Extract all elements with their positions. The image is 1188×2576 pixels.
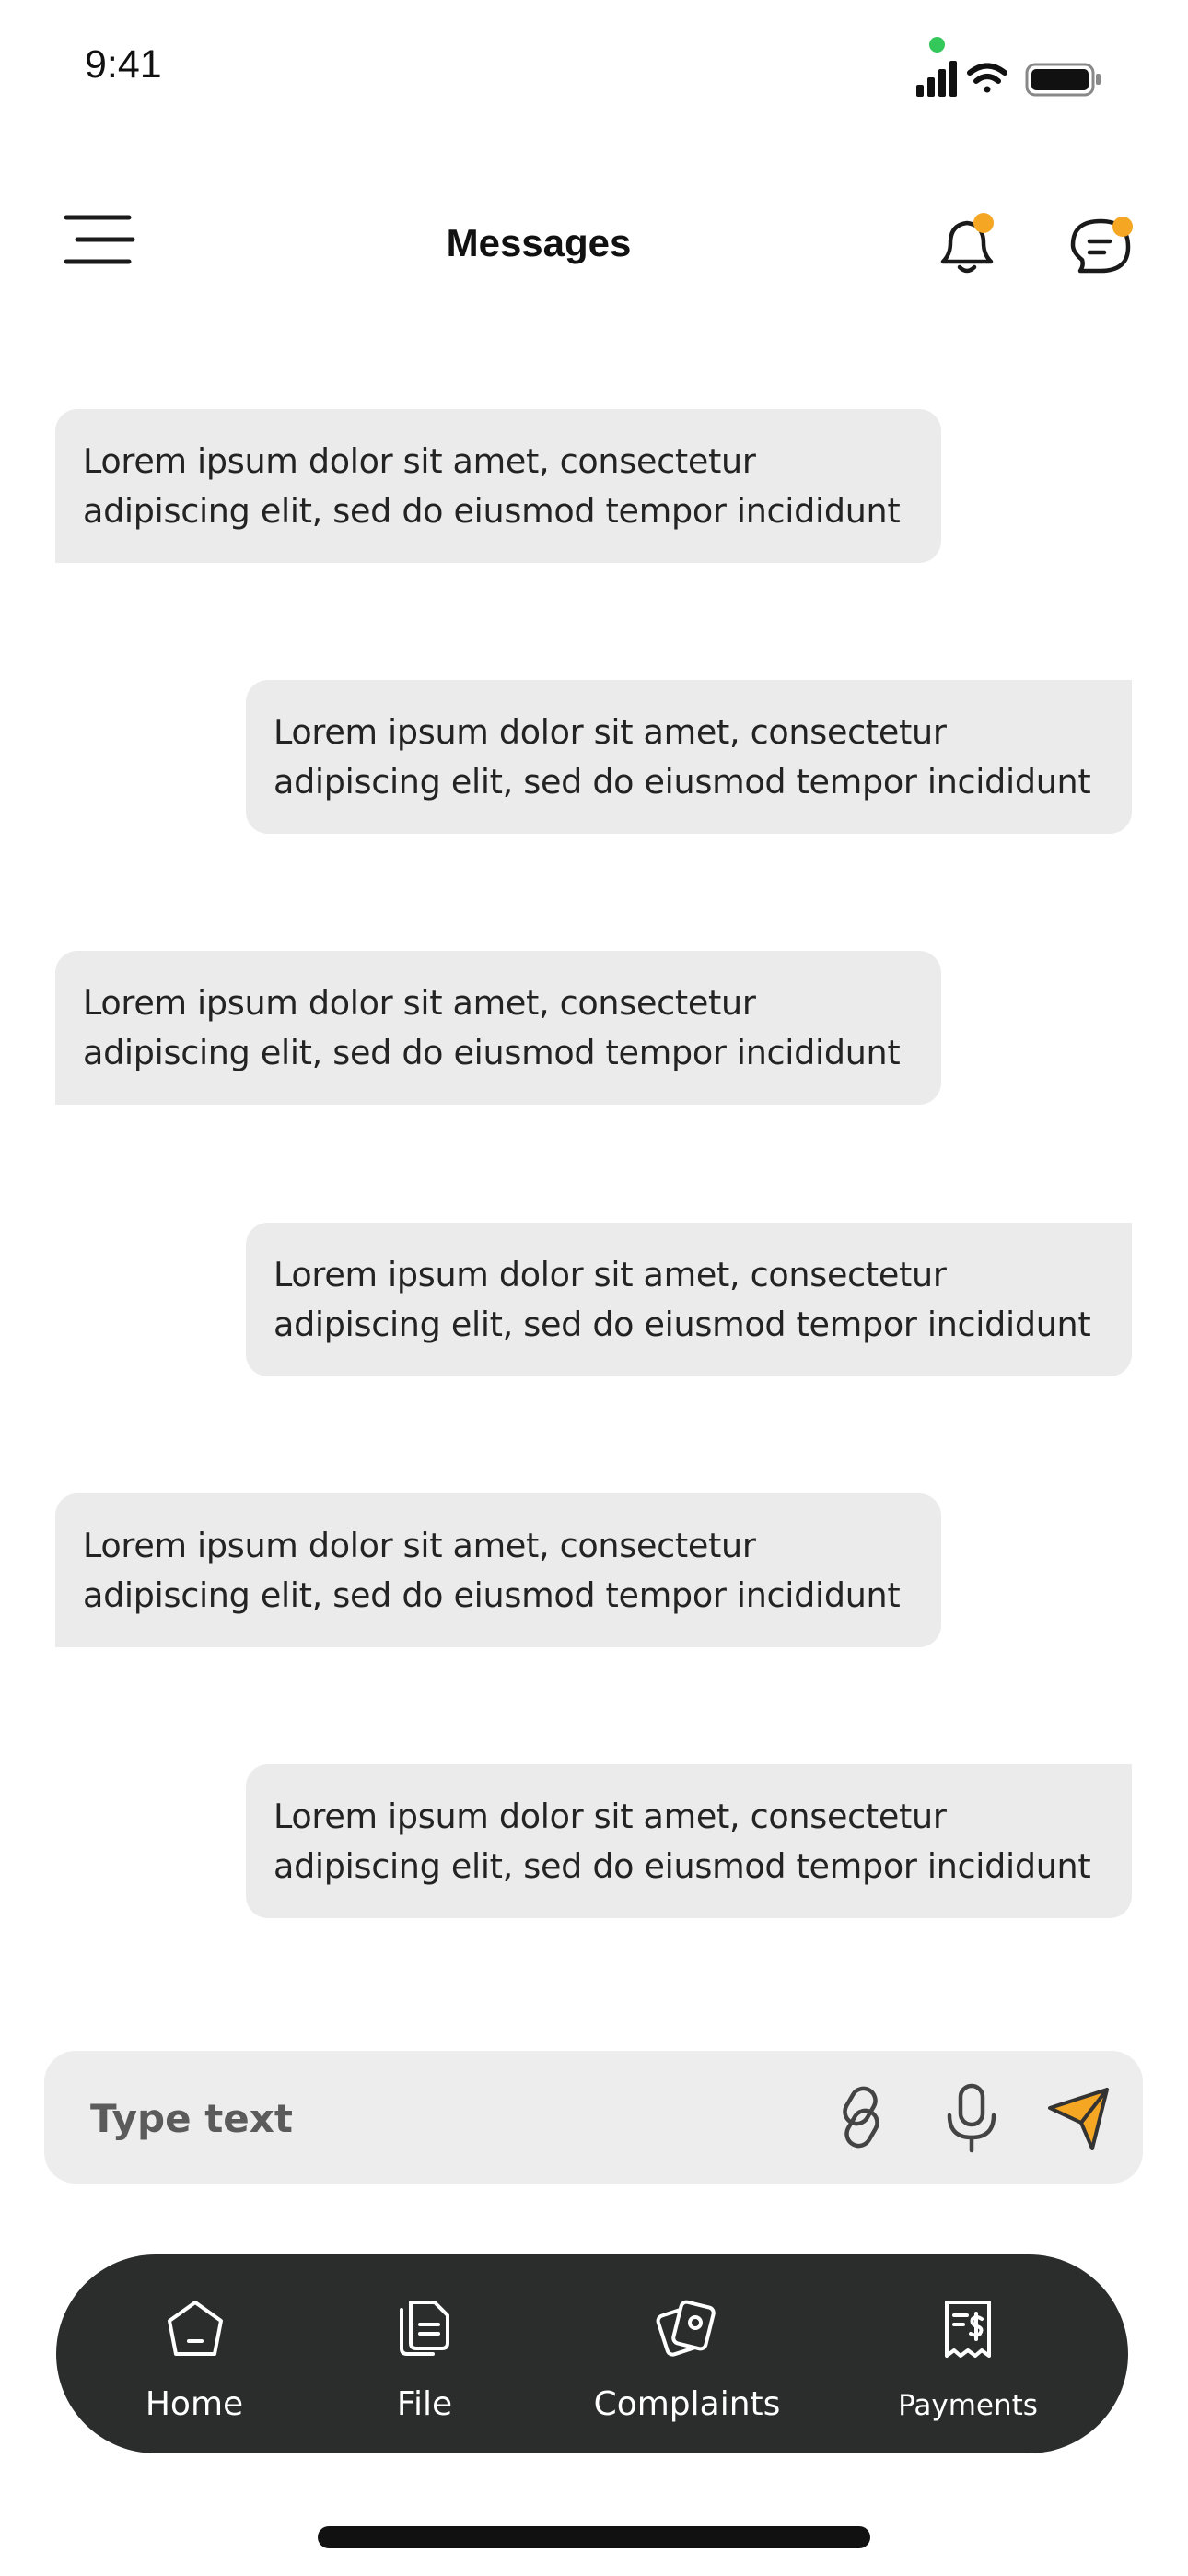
message-bubble-outgoing[interactable]: Lorem ipsum dolor sit amet, consectetur … bbox=[246, 680, 1132, 834]
complaints-icon bbox=[656, 2300, 716, 2357]
nav-item-home[interactable]: Home bbox=[111, 2254, 277, 2453]
message-bubble-incoming[interactable]: Lorem ipsum dolor sit amet, consectetur … bbox=[55, 951, 941, 1105]
chat-icon bbox=[1070, 217, 1133, 274]
nav-label-home: Home bbox=[145, 2385, 244, 2423]
notifications-button[interactable] bbox=[930, 208, 1004, 282]
message-line: Lorem ipsum dolor sit amet, consectetur bbox=[83, 441, 756, 481]
privacy-indicator-dot bbox=[929, 37, 945, 53]
chat-button[interactable] bbox=[1064, 208, 1137, 282]
page-title: Messages bbox=[446, 221, 632, 264]
nav-label-payments: Payments bbox=[898, 2389, 1038, 2422]
message-bubble-incoming[interactable]: Lorem ipsum dolor sit amet, consectetur … bbox=[55, 409, 941, 563]
voice-input-button[interactable] bbox=[933, 2078, 1010, 2156]
message-composer bbox=[44, 2051, 1143, 2184]
message-line: adipiscing elit, sed do eiusmod tempor i… bbox=[274, 1846, 1091, 1886]
nav-label-file: File bbox=[396, 2385, 453, 2423]
send-button[interactable] bbox=[1041, 2078, 1118, 2156]
message-line: adipiscing elit, sed do eiusmod tempor i… bbox=[83, 1033, 901, 1072]
payments-icon bbox=[945, 2301, 991, 2358]
status-time: 9:41 bbox=[85, 42, 162, 87]
bell-icon bbox=[940, 213, 994, 274]
nav-item-file[interactable]: File bbox=[351, 2254, 498, 2453]
status-icons bbox=[916, 61, 1101, 97]
send-icon bbox=[1048, 2088, 1109, 2150]
message-line: Lorem ipsum dolor sit amet, consectetur bbox=[274, 1797, 947, 1836]
notification-badge bbox=[973, 213, 994, 233]
nav-item-complaints[interactable]: Complaints bbox=[553, 2254, 821, 2453]
status-bar: 9:41 bbox=[0, 0, 1188, 138]
bottom-navigation: Home File Complaints Payments bbox=[56, 2254, 1128, 2453]
file-icon bbox=[400, 2301, 449, 2356]
message-line: adipiscing elit, sed do eiusmod tempor i… bbox=[274, 762, 1091, 802]
microphone-icon bbox=[947, 2083, 996, 2153]
message-bubble-incoming[interactable]: Lorem ipsum dolor sit amet, consectetur … bbox=[55, 1493, 941, 1647]
nav-label-complaints: Complaints bbox=[593, 2385, 781, 2423]
wifi-icon bbox=[967, 63, 1007, 93]
message-input[interactable] bbox=[88, 2088, 737, 2149]
message-line: Lorem ipsum dolor sit amet, consectetur bbox=[274, 1255, 947, 1294]
message-bubble-outgoing[interactable]: Lorem ipsum dolor sit amet, consectetur … bbox=[246, 1223, 1132, 1376]
message-line: Lorem ipsum dolor sit amet, consectetur bbox=[83, 1526, 756, 1565]
message-line: Lorem ipsum dolor sit amet, consectetur bbox=[83, 983, 756, 1023]
cellular-signal-icon bbox=[916, 61, 957, 97]
link-icon bbox=[843, 2086, 879, 2149]
message-line: Lorem ipsum dolor sit amet, consectetur bbox=[274, 712, 947, 752]
message-line: adipiscing elit, sed do eiusmod tempor i… bbox=[83, 491, 901, 531]
message-bubble-outgoing[interactable]: Lorem ipsum dolor sit amet, consectetur … bbox=[246, 1764, 1132, 1918]
home-indicator[interactable] bbox=[318, 2526, 870, 2548]
message-line: adipiscing elit, sed do eiusmod tempor i… bbox=[83, 1575, 901, 1615]
message-line: adipiscing elit, sed do eiusmod tempor i… bbox=[274, 1305, 1091, 1344]
app-header: Messages bbox=[0, 184, 1188, 313]
attach-link-button[interactable] bbox=[822, 2078, 900, 2156]
chat-badge bbox=[1112, 217, 1133, 237]
nav-item-payments[interactable]: Payments bbox=[880, 2254, 1055, 2453]
battery-icon bbox=[1025, 63, 1101, 97]
home-icon bbox=[168, 2301, 223, 2356]
